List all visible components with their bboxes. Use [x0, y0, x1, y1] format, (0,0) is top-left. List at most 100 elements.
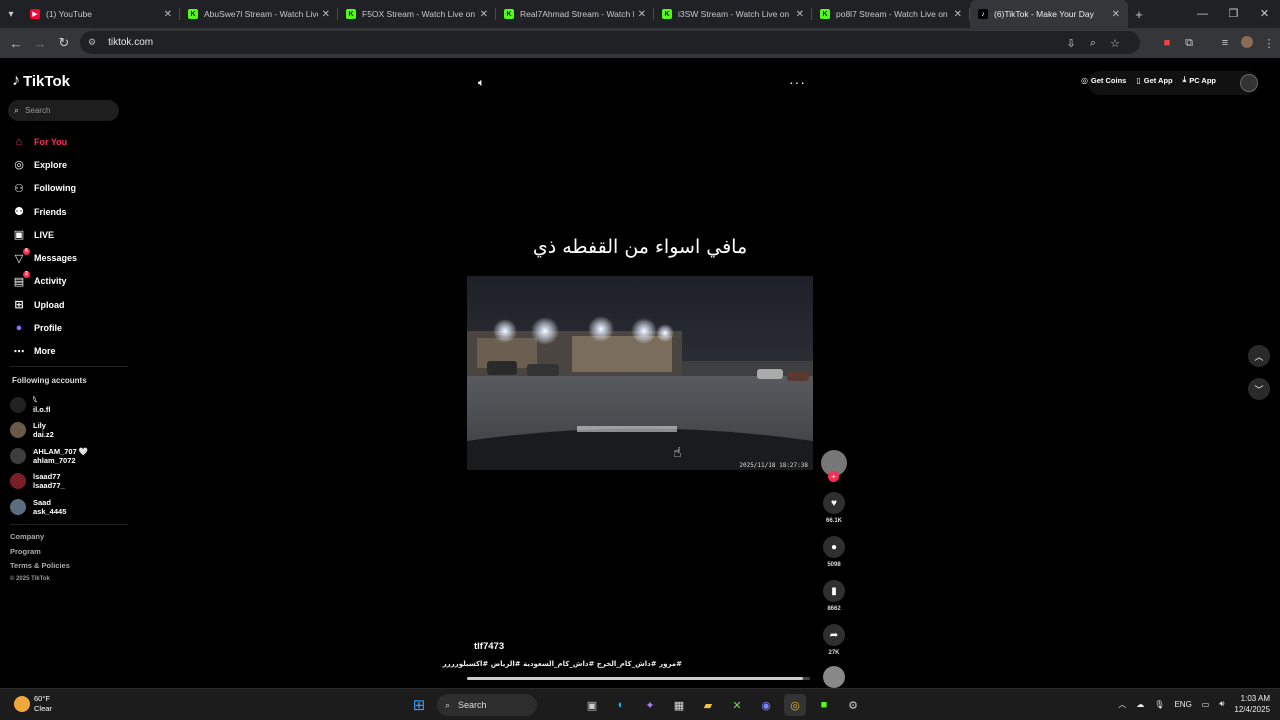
browser-tab[interactable]: K F5OX Stream - Watch Live on K ✕ [338, 0, 496, 28]
sidebar-item-for-you[interactable]: ⌂ For You [12, 130, 77, 153]
new-tab-button[interactable]: + [1128, 7, 1150, 22]
browser-tab[interactable]: Ki3SW Stream - Watch Live on K ✕ [654, 0, 812, 28]
next-video-chevron-down-icon[interactable]: ﹀ [1248, 378, 1270, 400]
video-player[interactable]: 2025/11/18 18:27:38 [467, 276, 813, 470]
sidebar-footer: Company Program Terms & Policies © 2025 … [10, 532, 70, 590]
kick-app-icon[interactable]: ■ [813, 694, 835, 716]
tab-title: F5OX Stream - Watch Live on K [362, 9, 476, 19]
comment-icon[interactable]: ● [823, 536, 845, 558]
reload-icon[interactable]: ↻ [52, 35, 76, 51]
onedrive-cloud-icon[interactable]: ☁ [1136, 700, 1144, 709]
browser-tab[interactable]: K Real7Ahmad Stream - Watch Li ✕ [496, 0, 654, 28]
sidebar-item-explore[interactable]: ◎ Explore [12, 153, 77, 176]
heart-icon[interactable]: ♥ [823, 492, 845, 514]
browser-tab[interactable]: ▶ (1) YouTube ✕ [22, 0, 180, 28]
tab-close-icon[interactable]: ✕ [638, 9, 646, 20]
chrome-icon[interactable]: ◎ [784, 694, 806, 716]
maximize-icon[interactable]: ❐ [1218, 0, 1249, 28]
close-window-icon[interactable]: ✕ [1249, 0, 1280, 28]
sidebar-item-profile[interactable]: ● Profile [12, 316, 77, 339]
file-explorer-icon[interactable]: ▰ [697, 694, 719, 716]
microphone-icon[interactable]: 🎙︎ [1154, 700, 1164, 709]
extension-badge-icon[interactable]: ■ [1156, 37, 1178, 49]
following-account[interactable]: lsaad77 lsaad77_ [10, 469, 88, 495]
browser-tab[interactable]: ♪ (6)TikTok - Make Your Day ✕ [970, 0, 1128, 28]
media-controls-icon[interactable]: ≡ [1214, 37, 1236, 49]
footer-program-link[interactable]: Program [10, 547, 70, 562]
sidebar-item-messages[interactable]: ▽ 6 Messages [12, 246, 77, 269]
share-arrow-icon[interactable]: ➦ [823, 624, 845, 646]
pc-app-button[interactable]: ⤓ PC App [1183, 75, 1216, 85]
sidebar-item-activity[interactable]: ▤ 2 Activity [12, 270, 77, 293]
get-app-button[interactable]: ▯ Get App [1136, 76, 1172, 85]
tab-search-icon[interactable]: ▾ [0, 9, 22, 20]
browser-tab[interactable]: Kpo8l7 Stream - Watch Live on K ✕ [812, 0, 970, 28]
copilot-icon[interactable]: ✦ [639, 694, 661, 716]
tab-close-icon[interactable]: ✕ [1112, 9, 1120, 20]
creator-avatar-button[interactable]: + [820, 450, 848, 482]
search-input[interactable]: ⌕ Search [8, 100, 119, 121]
following-account[interactable]: Saad ask_4445 [10, 494, 88, 520]
store-icon[interactable]: ▦ [668, 694, 690, 716]
music-disc-button[interactable] [820, 666, 848, 688]
weather-widget[interactable]: 60°F Clear [14, 694, 52, 714]
tray-chevron-up-icon[interactable]: ︿ [1118, 699, 1126, 710]
like-button[interactable]: ♥ 66.1K [820, 492, 848, 525]
tab-close-icon[interactable]: ✕ [954, 9, 962, 20]
get-coins-button[interactable]: ◎ Get Coins [1081, 76, 1126, 85]
sidebar-item-more[interactable]: ⋯ More [12, 340, 77, 363]
xbox-icon[interactable]: ✕ [726, 694, 748, 716]
speaker-icon[interactable]: 🔊︎ [1219, 699, 1224, 709]
more-options-icon[interactable]: ··· [789, 74, 806, 90]
task-view-icon[interactable]: ▣ [581, 694, 603, 716]
tab-close-icon[interactable]: ✕ [480, 9, 488, 20]
following-account[interactable]: AHLAM_707 🤍 ahlam_7072 [10, 443, 88, 469]
profile-avatar-icon[interactable] [1236, 35, 1258, 51]
sidebar-item-label: Profile [34, 323, 63, 334]
follow-plus-icon[interactable]: + [828, 471, 839, 482]
following-account[interactable]: Lily dai.z2 [10, 418, 88, 444]
bookmark-star-icon[interactable]: ☆ [1104, 37, 1126, 50]
taskbar-search[interactable]: ⌕ Search [437, 694, 537, 716]
back-icon[interactable]: ← [4, 36, 28, 51]
display-icon[interactable]: ▭ [1202, 700, 1210, 709]
url-field[interactable]: ⚙ tiktok.com [80, 31, 1140, 54]
tiktok-logo[interactable]: ♪ TikTok [12, 72, 70, 90]
following-account[interactable]: 𓆩 il.o.fl [10, 392, 88, 418]
footer-company-link[interactable]: Company [10, 532, 70, 547]
share-button[interactable]: ➦ 27K [820, 624, 848, 657]
extensions-icon[interactable]: ⧉ [1178, 37, 1200, 50]
sidebar-item-live[interactable]: ▣ LIVE [12, 223, 77, 246]
menu-dots-icon[interactable]: ⋮ [1258, 37, 1280, 50]
browser-tab[interactable]: K AbuSwe7l Stream - Watch Live ✕ [180, 0, 338, 28]
sidebar-item-following[interactable]: ⚇ Following [12, 177, 77, 200]
tab-close-icon[interactable]: ✕ [164, 9, 172, 20]
user-profile-avatar[interactable] [1240, 74, 1258, 92]
forward-icon[interactable]: → [28, 36, 52, 51]
taskbar-clock[interactable]: 1:03 AM 12/4/2025 [1234, 693, 1270, 715]
video-author-username[interactable]: tlf7473 [474, 641, 504, 652]
tab-close-icon[interactable]: ✕ [796, 9, 804, 20]
windows-start-icon[interactable]: ⊞ [408, 694, 430, 716]
site-info-icon[interactable]: ⚙ [88, 37, 96, 48]
video-progress-bar[interactable] [467, 677, 810, 680]
previous-video-chevron-up-icon[interactable]: ︿ [1248, 345, 1270, 367]
edge-icon[interactable]: ◐ [610, 694, 632, 716]
sidebar-item-upload[interactable]: ⊞ Upload [12, 293, 77, 316]
comment-button[interactable]: ● 5098 [820, 536, 848, 569]
bookmark-icon[interactable]: ▮ [823, 580, 845, 602]
volume-icon[interactable]: 🔈︎ [478, 77, 485, 90]
minimize-icon[interactable]: — [1187, 0, 1218, 28]
tab-close-icon[interactable]: ✕ [322, 9, 330, 20]
settings-gear-icon[interactable]: ⚙ [842, 694, 864, 716]
creator-avatar[interactable]: + [821, 450, 847, 482]
music-disc-icon[interactable] [823, 666, 845, 688]
language-indicator[interactable]: ENG [1174, 700, 1191, 709]
save-button[interactable]: ▮ 8662 [820, 580, 848, 613]
sidebar-item-friends[interactable]: ⚉ Friends [12, 200, 77, 223]
install-app-icon[interactable]: ⇩ [1060, 37, 1082, 50]
footer-terms-link[interactable]: Terms & Policies [10, 561, 70, 576]
discord-icon[interactable]: ◉ [755, 694, 777, 716]
video-hashtags[interactable]: #مرور #داش_كام_الخرج #داش_كام_السعودية #… [443, 660, 682, 668]
zoom-icon[interactable]: ⌕ [1082, 37, 1104, 50]
